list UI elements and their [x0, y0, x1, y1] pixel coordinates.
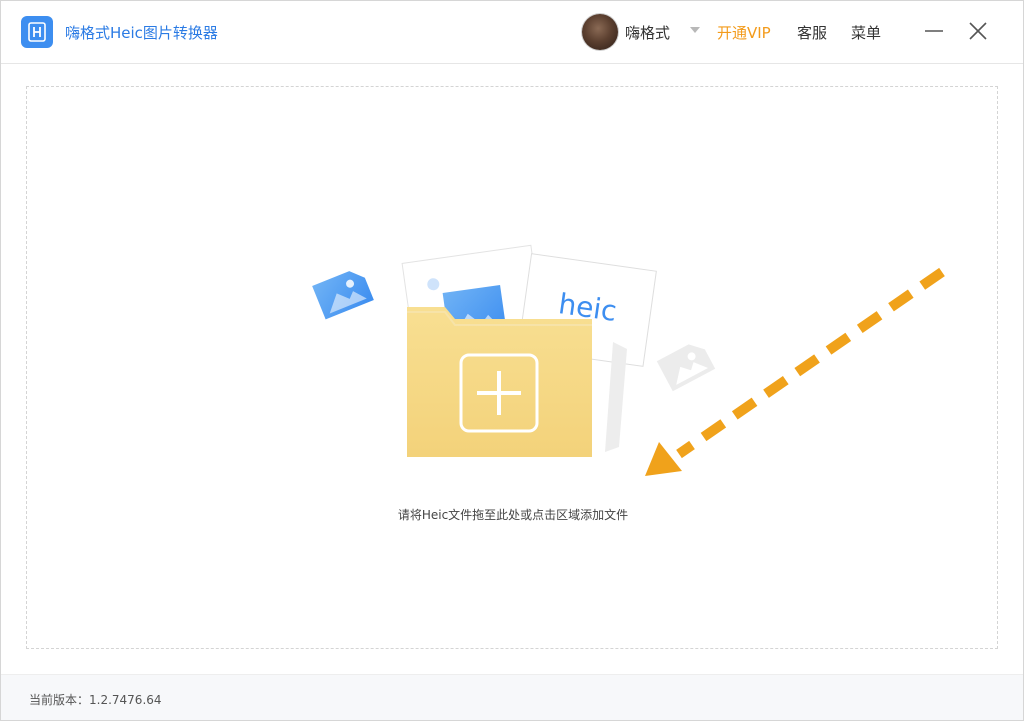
- username[interactable]: 嗨格式: [625, 22, 670, 43]
- chevron-down-icon[interactable]: [690, 27, 700, 33]
- status-bar: 当前版本：1.2.7476.64: [1, 674, 1023, 720]
- version-text: 当前版本：1.2.7476.64: [29, 693, 162, 707]
- avatar[interactable]: [582, 14, 618, 50]
- close-button[interactable]: [965, 18, 991, 44]
- drop-hint-text: 请将Heic文件拖至此处或点击区域添加文件: [397, 508, 629, 522]
- title-bar: 嗨格式Heic图片转换器 嗨格式 开通VIP 客服 菜单: [1, 1, 1023, 64]
- minimize-button[interactable]: [921, 18, 947, 44]
- grey-image-icon: [656, 344, 716, 392]
- app-logo-icon: [21, 16, 53, 48]
- app-title: 嗨格式Heic图片转换器: [65, 24, 218, 42]
- app-window: 嗨格式Heic图片转换器 嗨格式 开通VIP 客服 菜单 heic 请将Heic…: [0, 0, 1024, 721]
- open-vip-button[interactable]: 开通VIP: [717, 22, 771, 43]
- minimize-icon: [925, 30, 943, 32]
- customer-service-button[interactable]: 客服: [797, 22, 827, 43]
- close-icon: [969, 22, 987, 40]
- menu-button[interactable]: 菜单: [851, 22, 881, 43]
- blue-image-icon: [312, 271, 374, 320]
- drop-illustration: heic: [312, 244, 945, 476]
- file-drop-zone[interactable]: heic 请将Heic文件拖至此处或点击区域添加文件: [26, 86, 998, 649]
